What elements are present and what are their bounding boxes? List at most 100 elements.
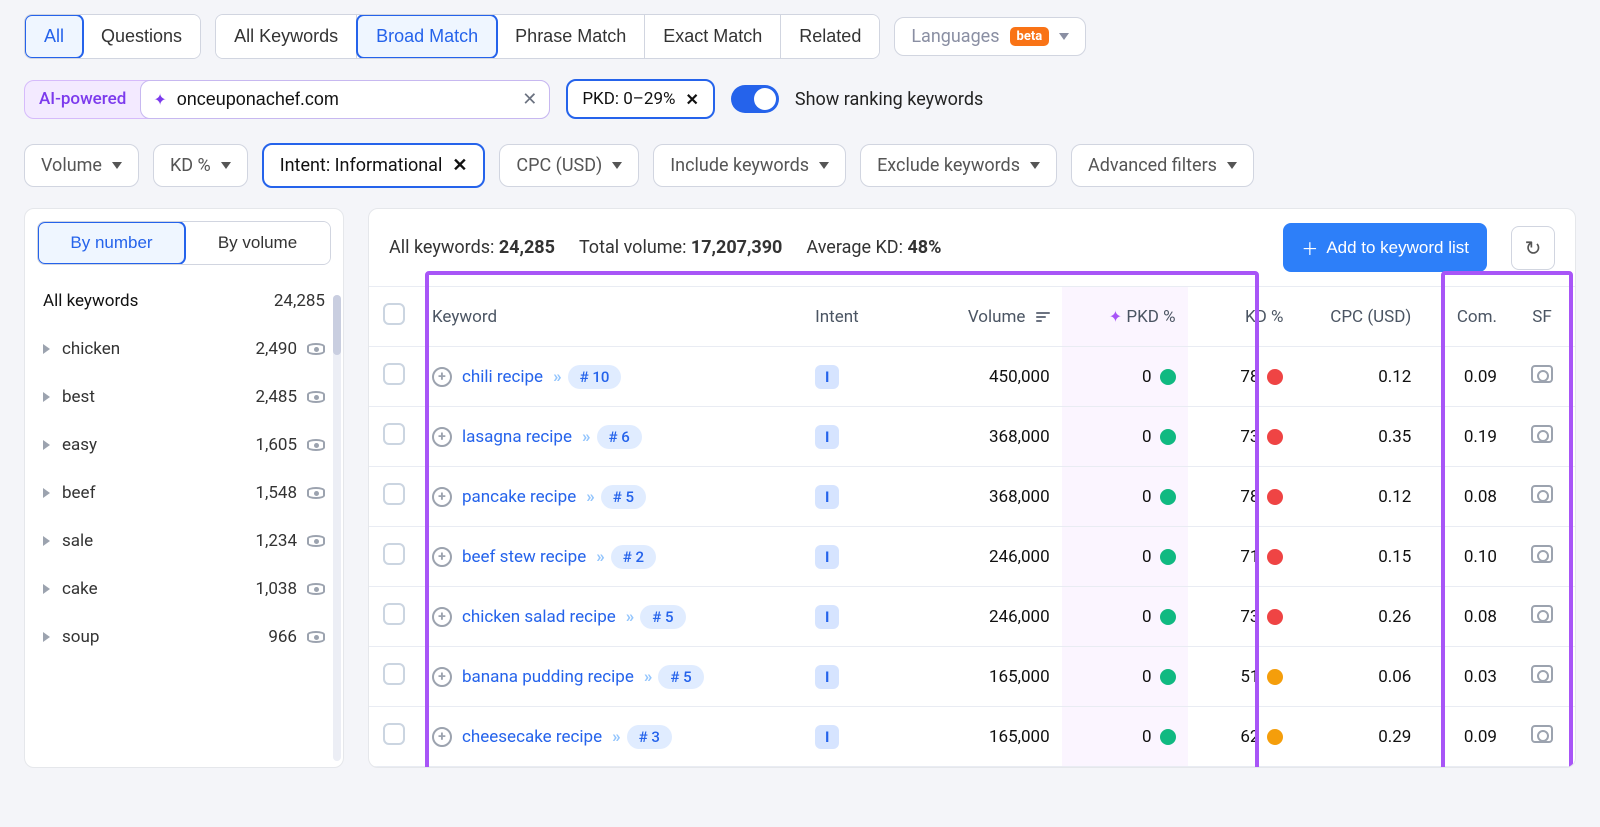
ai-domain-input[interactable] <box>177 89 513 110</box>
keyword-link[interactable]: banana pudding recipe <box>462 667 634 687</box>
row-checkbox[interactable] <box>383 663 405 685</box>
expand-icon[interactable]: + <box>432 607 452 627</box>
keyword-link[interactable]: cheesecake recipe <box>462 727 602 747</box>
select-all-checkbox[interactable] <box>383 303 405 325</box>
filter-intent[interactable]: Intent: Informational ✕ <box>262 143 486 188</box>
eye-icon[interactable] <box>307 391 325 403</box>
filter-exclude[interactable]: Exclude keywords <box>860 144 1057 187</box>
eye-icon[interactable] <box>307 583 325 595</box>
tab-questions[interactable]: Questions <box>83 15 200 58</box>
add-to-keyword-list-button[interactable]: ＋ Add to keyword list <box>1283 223 1487 272</box>
tab-broad-match[interactable]: Broad Match <box>356 14 498 59</box>
eye-icon[interactable] <box>307 535 325 547</box>
com-cell: 0.19 <box>1423 407 1509 467</box>
keyword-link[interactable]: pancake recipe <box>462 487 576 507</box>
col-keyword[interactable]: Keyword <box>420 287 803 347</box>
clear-icon[interactable]: ✕ <box>522 89 537 110</box>
sort-by-number[interactable]: By number <box>37 221 186 265</box>
sidebar-item[interactable]: chicken2,490 <box>25 325 343 373</box>
row-checkbox[interactable] <box>383 423 405 445</box>
kd-cell: 78 <box>1188 347 1296 407</box>
col-sf[interactable]: SF <box>1509 287 1575 347</box>
sidebar-scrollbar[interactable] <box>333 295 341 761</box>
keyword-link[interactable]: chili recipe <box>462 367 543 387</box>
sidebar-item-label: sale <box>62 531 93 551</box>
sort-icon <box>1036 312 1050 322</box>
eye-icon[interactable] <box>307 631 325 643</box>
language-dropdown[interactable]: Languages beta <box>894 17 1086 56</box>
sidebar-item[interactable]: best2,485 <box>25 373 343 421</box>
tab-phrase-match[interactable]: Phrase Match <box>497 15 645 58</box>
pkd-dot <box>1160 549 1176 565</box>
keyword-link[interactable]: chicken salad recipe <box>462 607 616 627</box>
pkd-range-filter[interactable]: PKD: 0–29% ✕ <box>566 79 715 119</box>
table-row: +chili recipe»# 10I450,0000780.120.09 <box>369 347 1575 407</box>
filter-include[interactable]: Include keywords <box>653 144 846 187</box>
kd-cell: 71 <box>1188 527 1296 587</box>
col-cpc[interactable]: CPC (USD) <box>1295 287 1423 347</box>
col-intent[interactable]: Intent <box>803 287 889 347</box>
chevrons-icon: » <box>582 427 587 447</box>
volume-cell: 165,000 <box>889 707 1061 767</box>
serp-features-icon[interactable] <box>1531 725 1553 743</box>
filter-volume[interactable]: Volume <box>24 144 139 187</box>
chevron-down-icon <box>1227 162 1237 169</box>
col-kd[interactable]: KD % <box>1188 287 1296 347</box>
rank-badge: # 5 <box>640 605 685 629</box>
serp-features-icon[interactable] <box>1531 365 1553 383</box>
chevron-down-icon <box>112 162 122 169</box>
remove-filter-icon[interactable]: ✕ <box>452 155 467 176</box>
eye-icon[interactable] <box>307 439 325 451</box>
filter-kd[interactable]: KD % <box>153 144 248 187</box>
col-com[interactable]: Com. <box>1423 287 1509 347</box>
keyword-cell[interactable]: +beef stew recipe»# 2 <box>432 545 791 569</box>
row-checkbox[interactable] <box>383 483 405 505</box>
keyword-cell[interactable]: +cheesecake recipe»# 3 <box>432 725 791 749</box>
expand-icon[interactable]: + <box>432 367 452 387</box>
filter-advanced[interactable]: Advanced filters <box>1071 144 1254 187</box>
expand-icon[interactable]: + <box>432 487 452 507</box>
col-pkd[interactable]: ✦ PKD % <box>1062 287 1188 347</box>
filter-cpc[interactable]: CPC (USD) <box>499 144 639 187</box>
sidebar-item[interactable]: soup966 <box>25 613 343 661</box>
sidebar-item[interactable]: beef1,548 <box>25 469 343 517</box>
tab-related[interactable]: Related <box>781 15 879 58</box>
row-checkbox[interactable] <box>383 363 405 385</box>
row-checkbox[interactable] <box>383 603 405 625</box>
row-checkbox[interactable] <box>383 723 405 745</box>
keyword-link[interactable]: beef stew recipe <box>462 547 586 567</box>
remove-filter-icon[interactable]: ✕ <box>685 90 698 109</box>
expand-icon[interactable]: + <box>432 727 452 747</box>
tab-all-keywords[interactable]: All Keywords <box>216 15 357 58</box>
sidebar-item[interactable]: sale1,234 <box>25 517 343 565</box>
serp-features-icon[interactable] <box>1531 605 1553 623</box>
serp-features-icon[interactable] <box>1531 665 1553 683</box>
serp-features-icon[interactable] <box>1531 485 1553 503</box>
keyword-cell[interactable]: +lasagna recipe»# 6 <box>432 425 791 449</box>
eye-icon[interactable] <box>307 343 325 355</box>
sort-by-volume[interactable]: By volume <box>185 222 330 264</box>
serp-features-icon[interactable] <box>1531 425 1553 443</box>
tab-exact-match[interactable]: Exact Match <box>645 15 781 58</box>
ai-input-wrap[interactable]: ✦ ✕ <box>140 80 550 119</box>
keyword-link[interactable]: lasagna recipe <box>462 427 572 447</box>
results-table: Keyword Intent Volume ✦ PKD % KD % CPC (… <box>369 286 1575 767</box>
sidebar-item[interactable]: cake1,038 <box>25 565 343 613</box>
expand-icon[interactable]: + <box>432 547 452 567</box>
eye-icon[interactable] <box>307 487 325 499</box>
tab-all[interactable]: All <box>24 14 84 59</box>
sidebar-all-keywords[interactable]: All keywords 24,285 <box>25 277 343 325</box>
keyword-cell[interactable]: +banana pudding recipe»# 5 <box>432 665 791 689</box>
refresh-button[interactable]: ↻ <box>1511 226 1555 270</box>
col-volume[interactable]: Volume <box>889 287 1061 347</box>
expand-icon[interactable]: + <box>432 427 452 447</box>
keyword-cell[interactable]: +pancake recipe»# 5 <box>432 485 791 509</box>
keyword-cell[interactable]: +chili recipe»# 10 <box>432 365 791 389</box>
serp-features-icon[interactable] <box>1531 545 1553 563</box>
row-checkbox[interactable] <box>383 543 405 565</box>
show-ranking-toggle[interactable] <box>731 85 779 113</box>
keyword-cell[interactable]: +chicken salad recipe»# 5 <box>432 605 791 629</box>
sidebar-item[interactable]: easy1,605 <box>25 421 343 469</box>
chevron-right-icon <box>43 632 50 642</box>
expand-icon[interactable]: + <box>432 667 452 687</box>
